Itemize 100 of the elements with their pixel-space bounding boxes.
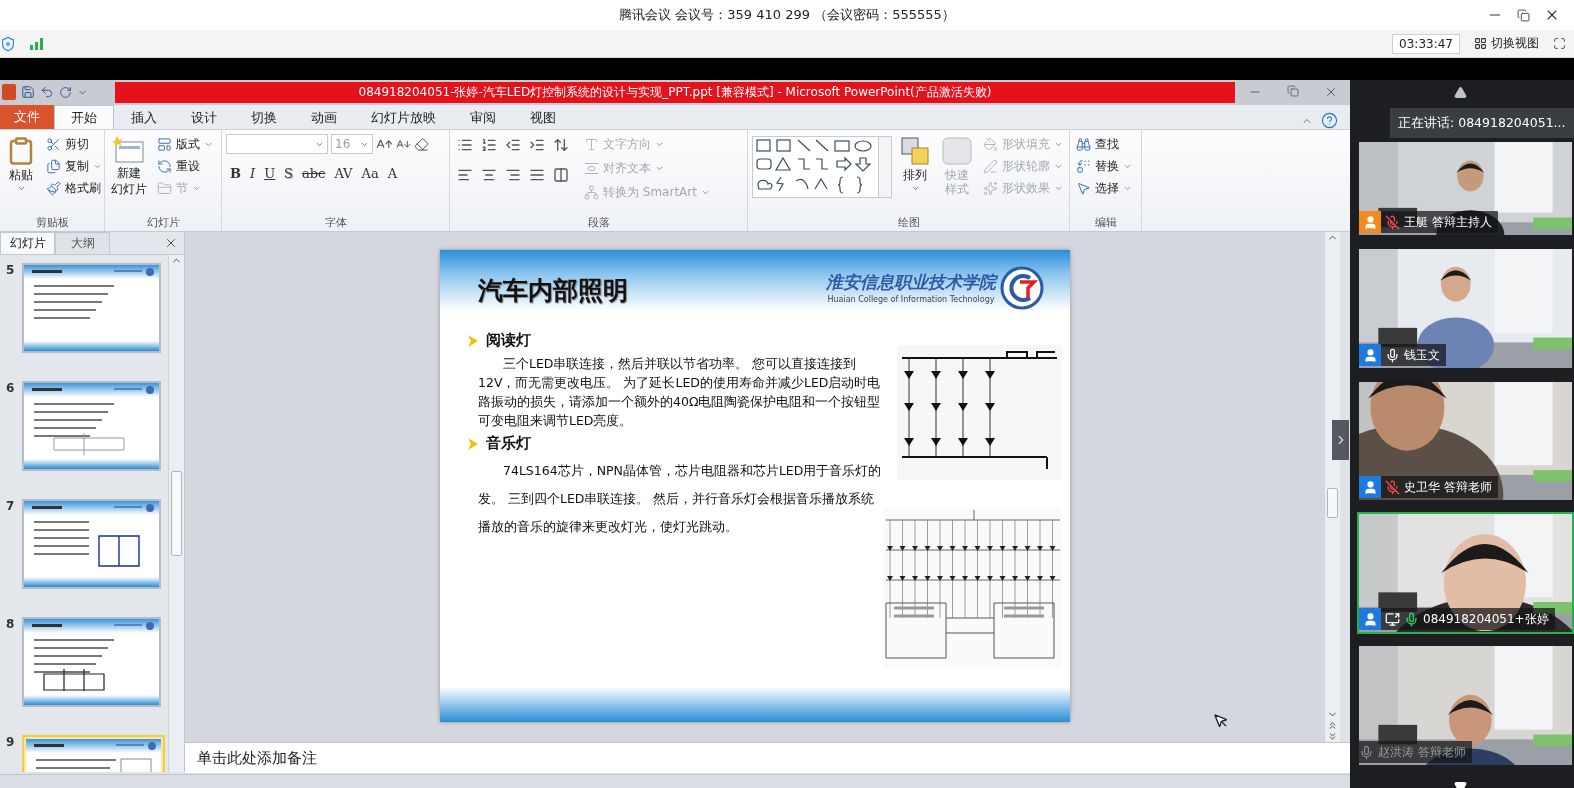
- ribbon-tab[interactable]: 设计: [174, 105, 234, 130]
- ribbon-tab[interactable]: 幻灯片放映: [354, 105, 453, 130]
- scrollbar[interactable]: [168, 255, 184, 773]
- pointer-icon: [1076, 181, 1091, 197]
- format-button[interactable]: A: [383, 162, 402, 185]
- ribbon-tab[interactable]: 开始: [54, 105, 114, 130]
- college-emblem: [1000, 265, 1044, 310]
- pane-tab[interactable]: 幻灯片: [0, 232, 55, 255]
- group-label: 段落: [586, 215, 611, 232]
- notes-field[interactable]: 单击此处添加备注: [185, 742, 1350, 774]
- eraser-icon[interactable]: [414, 136, 429, 152]
- participant-name: 王艇 答辩主持人: [1404, 213, 1492, 231]
- gallery-scrollbar[interactable]: [879, 136, 892, 199]
- format-button[interactable]: abc: [298, 162, 330, 185]
- new-slide-icon: [113, 136, 145, 165]
- ribbon-command[interactable]: 剪切: [44, 134, 104, 156]
- undo-icon[interactable]: [40, 85, 54, 100]
- previous-slide-icon[interactable]: [1327, 720, 1338, 732]
- section-heading: 阅读灯: [468, 331, 884, 351]
- cursor-icon: [1213, 713, 1229, 730]
- copy-icon: [46, 159, 61, 175]
- paint-bucket-icon: [983, 137, 998, 153]
- columns-icon: [553, 167, 569, 184]
- text-direction-icon: [584, 137, 599, 153]
- slide-number: 8: [6, 617, 16, 632]
- align-text-icon: [584, 161, 599, 177]
- section-text: 74LS164芯片，NPN晶体管，芯片电阻器和芯片LED用于音乐灯的发。 三到四个LED串联连接。 然后，并行音乐灯会根据音乐播放系统播放的音乐的旋律来更改灯光，使灯光跳动。: [477, 462, 883, 537]
- document-title: 084918204051-张婷-汽车LED灯控制系统的设计与实现_PPT.ppt [兼容模式] - Microsoft PowerPoint(产品激活失败): [358, 83, 992, 101]
- participant-name: 史卫华 答辩老师: [1404, 478, 1492, 496]
- format-button[interactable]: AV: [330, 162, 357, 185]
- format-button[interactable]: Aa: [357, 162, 383, 185]
- ribbon-command[interactable]: 查找: [1074, 134, 1134, 156]
- new-slide-button[interactable]: 新建 幻灯片: [109, 134, 149, 215]
- slide-number: 7: [6, 499, 16, 514]
- scroll-thumb[interactable]: [171, 471, 182, 557]
- college-subtitle: Huaian College of Information Technology: [827, 295, 995, 305]
- format-button[interactable]: U: [260, 162, 280, 185]
- fullscreen-icon[interactable]: [1553, 37, 1566, 50]
- save-icon[interactable]: [21, 85, 35, 100]
- reset-icon: [157, 159, 172, 175]
- ribbon-tab[interactable]: 切换: [234, 105, 294, 130]
- font-name-field[interactable]: [226, 134, 328, 155]
- slide-thumbnail[interactable]: [22, 617, 161, 708]
- redo-icon[interactable]: [59, 85, 72, 99]
- shield-icon[interactable]: [0, 35, 16, 52]
- pane-tab[interactable]: 大纲: [55, 232, 110, 255]
- paste-button[interactable]: 粘贴: [4, 134, 38, 215]
- video-tile[interactable]: 王艇 答辩主持人: [1357, 140, 1574, 237]
- signal-icon: [30, 37, 44, 50]
- ribbon-tab[interactable]: 插入: [114, 105, 174, 130]
- file-tab[interactable]: 文件: [0, 105, 54, 130]
- scroll-thumb[interactable]: [1327, 488, 1338, 519]
- shapes-gallery[interactable]: [752, 136, 879, 199]
- slide-thumbnail[interactable]: [22, 263, 161, 354]
- slide-number: 5: [6, 263, 16, 278]
- window-title: 腾讯会议 会议号：359 410 299 （会议密码：555555）: [619, 6, 955, 24]
- restore-icon[interactable]: [1286, 85, 1299, 98]
- scrollbar[interactable]: [1324, 232, 1340, 743]
- ribbon-tab[interactable]: 动画: [294, 105, 354, 130]
- group-label: 编辑: [1093, 215, 1118, 232]
- video-tile[interactable]: 钱玉文: [1357, 247, 1574, 370]
- ribbon-command[interactable]: 选择: [1074, 178, 1134, 200]
- slide-thumbnail[interactable]: [22, 381, 161, 472]
- scissors-icon: [46, 137, 61, 153]
- section-text: 三个LED串联连接，然后并联以节省功率。 您可以直接连接到12V，而无需更改电压。 为了延长LED的使用寿命并减少LED启动时电路振动的损失，请添加一个额外的40Ω电阻陶瓷保护电阻和一个按钮型可变电阻来调节LED亮度。: [477, 355, 882, 431]
- bullet-arrow-icon: [468, 334, 478, 347]
- switch-view-button[interactable]: 切换视图: [1470, 35, 1543, 52]
- video-tile[interactable]: 史卫华 答辩老师: [1357, 380, 1574, 502]
- format-button[interactable]: B: [226, 162, 245, 185]
- section-heading: 音乐灯: [468, 434, 884, 454]
- slide-title: 汽车内部照明: [478, 275, 628, 308]
- format-button[interactable]: I: [246, 162, 260, 185]
- ribbon-command[interactable]: 格式刷: [44, 178, 104, 200]
- pen-icon: [983, 159, 998, 175]
- paintbrush-icon: [46, 181, 61, 197]
- video-tile[interactable]: 赵洪涛 答辩老师: [1357, 644, 1574, 767]
- slide-number: 9: [6, 735, 16, 750]
- slide-thumbnail[interactable]: [22, 499, 161, 590]
- participant-name: 赵洪涛 答辩老师: [1378, 743, 1466, 761]
- line-spacing-icon: [553, 137, 569, 154]
- restore-icon[interactable]: [1517, 8, 1530, 22]
- collapse-handle[interactable]: [1332, 420, 1349, 460]
- bullet-arrow-icon: [468, 437, 478, 450]
- next-slide-icon[interactable]: [1327, 731, 1338, 743]
- arrange-button[interactable]: 排列: [898, 134, 932, 215]
- help-icon[interactable]: [1321, 112, 1338, 130]
- notes-input[interactable]: 单击此处添加备注: [195, 748, 799, 769]
- ribbon-command[interactable]: 替换: [1074, 156, 1134, 178]
- scroll-up-icon[interactable]: [1454, 86, 1467, 99]
- format-button[interactable]: S: [280, 162, 297, 185]
- quick-styles-icon: [940, 136, 973, 167]
- ribbon-command[interactable]: 重设: [155, 156, 215, 178]
- ribbon-tab[interactable]: 审阅: [453, 105, 513, 130]
- ribbon-command[interactable]: 复制: [44, 156, 104, 178]
- group-label: 绘图: [896, 215, 921, 232]
- ribbon-command[interactable]: 版式: [155, 134, 215, 156]
- ribbon-tab[interactable]: 视图: [513, 105, 573, 130]
- participant-name: 钱玉文: [1404, 346, 1440, 364]
- college-name: 淮安信息职业技术学院: [826, 271, 996, 295]
- video-tile[interactable]: 084918204051+张婷: [1357, 512, 1574, 634]
